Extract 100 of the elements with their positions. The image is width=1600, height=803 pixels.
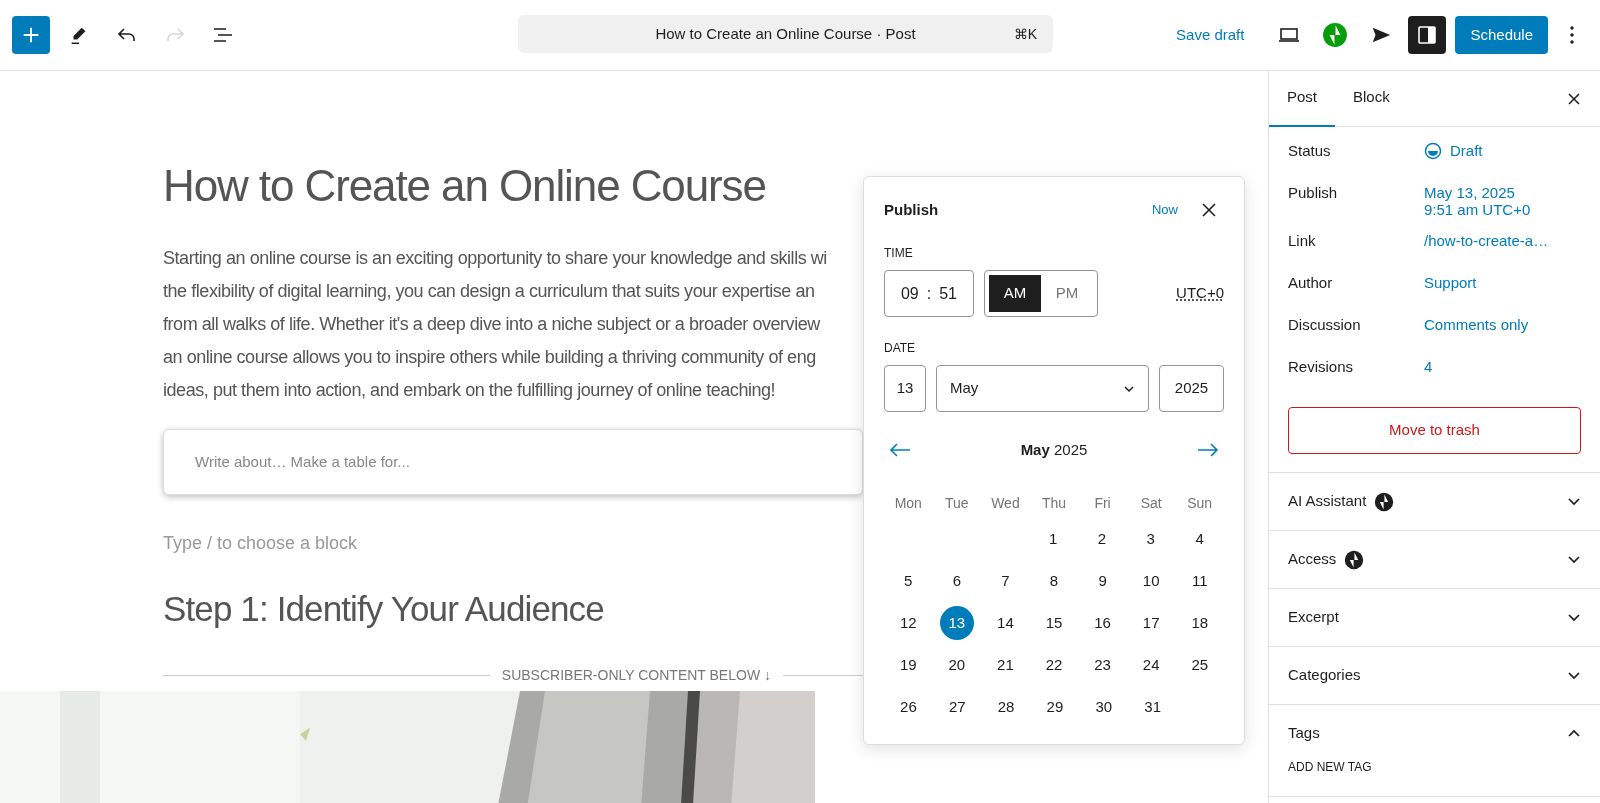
- popover-title: Publish: [884, 199, 939, 220]
- calendar-day[interactable]: 2: [1084, 522, 1119, 556]
- panel-toggle[interactable]: AI Assistant: [1269, 473, 1600, 530]
- chevron-up-icon: [1567, 729, 1581, 738]
- field-label: DATE: [884, 340, 917, 357]
- paragraph-line: an online course allows you to inspire others while building a thriving community of eng: [163, 346, 817, 369]
- field-label: Revisions: [1288, 358, 1355, 376]
- schedule-button[interactable]: Schedule: [1455, 16, 1548, 54]
- calendar-day[interactable]: 3: [1133, 522, 1168, 556]
- panel-toggle[interactable]: Access: [1269, 531, 1600, 588]
- panel-toggle[interactable]: Categories: [1269, 647, 1600, 704]
- calendar-day[interactable]: 30: [1086, 690, 1121, 724]
- year-field[interactable]: 2025: [1159, 365, 1224, 412]
- chevron-down-icon: [1567, 613, 1581, 622]
- field-value-link[interactable]: 4: [1424, 358, 1433, 375]
- meridiem-toggle[interactable]: PM: [1041, 275, 1093, 312]
- chevron-down-icon: [1567, 497, 1581, 506]
- block-hint: Type / to choose a block: [163, 532, 358, 555]
- field-label: Publish: [1288, 184, 1339, 202]
- calendar-day[interactable]: 4: [1182, 522, 1217, 556]
- calendar-day[interactable]: 13: [939, 606, 974, 640]
- field-label: Link: [1288, 232, 1317, 250]
- calendar-day[interactable]: 18: [1182, 606, 1217, 640]
- move-to-trash-button[interactable]: Move to trash: [1288, 407, 1581, 454]
- calendar-day[interactable]: 20: [939, 648, 974, 682]
- paragraph-line: ideas, put them into action, and embark on the fulfilling journey of online teaching!: [163, 379, 777, 402]
- calendar-day[interactable]: 27: [940, 690, 975, 724]
- weekday-label: Sat: [1140, 493, 1162, 513]
- shortcut-hint: ⌘K: [1013, 24, 1037, 44]
- calendar-day[interactable]: 19: [891, 648, 926, 682]
- field-value-link[interactable]: Support: [1424, 274, 1477, 291]
- weekday-label: Tue: [945, 493, 969, 513]
- calendar-day[interactable]: 12: [891, 606, 926, 640]
- calendar-day[interactable]: 9: [1085, 564, 1120, 598]
- field-label: TIME: [884, 245, 914, 262]
- day-field[interactable]: 13: [884, 365, 926, 412]
- field-label: Author: [1288, 274, 1334, 292]
- sidebar-tab[interactable]: Post: [1269, 71, 1335, 127]
- panel-toggle[interactable]: Excerpt: [1269, 589, 1600, 646]
- calendar-day[interactable]: 29: [1037, 690, 1072, 724]
- calendar-day[interactable]: 6: [939, 564, 974, 598]
- paragraph-line: from all walks of life. Whether it's a deep dive into a niche subject or a broader overview: [163, 313, 822, 336]
- time-separator: :: [926, 283, 932, 304]
- section-heading[interactable]: Step 1: Identify Your Audience: [163, 587, 604, 631]
- calendar-day[interactable]: 21: [988, 648, 1023, 682]
- lightning-bolt-icon: [1322, 22, 1349, 48]
- add-block-button[interactable]: [12, 16, 50, 54]
- field-value-link[interactable]: Comments only: [1424, 316, 1529, 333]
- weekday-label: Fri: [1094, 493, 1111, 513]
- timezone-label: UTC+0: [1176, 283, 1224, 304]
- calendar-day[interactable]: 5: [891, 564, 926, 598]
- post-title[interactable]: How to Create an Online Course: [163, 157, 766, 215]
- calendar-day[interactable]: 25: [1182, 648, 1217, 682]
- calendar-day[interactable]: 22: [1037, 648, 1071, 682]
- arrow-right-icon: [1197, 443, 1219, 457]
- chevron-down-icon: [1567, 671, 1581, 680]
- calendar-day[interactable]: 10: [1134, 564, 1169, 598]
- paragraph-line: the flexibility of digital learning, you can design a curriculum that suits your expertise an: [163, 280, 816, 303]
- calendar-day[interactable]: 28: [989, 690, 1024, 724]
- command-bar[interactable]: How to Create an Online Course · Post ⌘K: [518, 15, 1053, 53]
- meridiem-toggle[interactable]: AM: [989, 275, 1041, 312]
- calendar-day[interactable]: 17: [1134, 606, 1169, 640]
- calendar-day[interactable]: 14: [988, 606, 1023, 640]
- calendar-day[interactable]: 23: [1085, 648, 1120, 682]
- calendar-day[interactable]: 15: [1037, 606, 1071, 640]
- field-value-link[interactable]: /how-to-create-a…: [1424, 232, 1549, 249]
- calendar-day[interactable]: 31: [1135, 690, 1170, 724]
- weekday-label: Wed: [991, 493, 1020, 513]
- save-draft-button[interactable]: Save draft: [1164, 16, 1257, 54]
- time-field[interactable]: 09 : 51: [884, 270, 974, 317]
- field-value-link[interactable]: May 13, 2025 9:51 am UTC+0: [1424, 184, 1531, 218]
- chevron-down-icon: [1567, 555, 1581, 564]
- field-label: Status: [1288, 142, 1332, 160]
- calendar-day[interactable]: 7: [988, 564, 1023, 598]
- paragraph-line: Starting an online course is an exciting opportunity to share your knowledge and skills wi: [163, 247, 827, 270]
- calendar-day[interactable]: 26: [891, 690, 926, 724]
- ai-prompt-field[interactable]: Write about… Make a table for...: [163, 429, 863, 495]
- now-button[interactable]: Now: [1146, 195, 1184, 225]
- kebab-menu-icon: [1570, 26, 1574, 44]
- weekday-label: Thu: [1041, 493, 1067, 513]
- calendar-day[interactable]: 11: [1182, 564, 1217, 598]
- arrow-left-icon: [889, 443, 911, 457]
- calendar-day[interactable]: 24: [1134, 648, 1169, 682]
- draft-status-icon: [1424, 142, 1442, 160]
- hour-value: 09: [900, 283, 919, 304]
- weekday-label: Mon: [894, 493, 922, 513]
- panel-toggle[interactable]: Tags: [1269, 705, 1600, 762]
- chevron-down-icon: [1123, 384, 1135, 393]
- close-icon: [1202, 203, 1216, 217]
- field-label: Discussion: [1288, 316, 1362, 334]
- month-select[interactable]: May: [936, 365, 1149, 412]
- minute-value: 51: [939, 283, 957, 304]
- calendar-day[interactable]: 8: [1037, 564, 1071, 598]
- toolbar-button[interactable]: [1408, 16, 1447, 54]
- calendar-day[interactable]: 16: [1085, 606, 1120, 640]
- status-button[interactable]: Draft: [1424, 142, 1483, 160]
- panel-section-label: ADD NEW TAG: [1287, 759, 1373, 776]
- weekday-label: Sun: [1187, 493, 1213, 513]
- sidebar-tab[interactable]: Block: [1335, 71, 1408, 127]
- calendar-day[interactable]: 1: [1036, 522, 1071, 556]
